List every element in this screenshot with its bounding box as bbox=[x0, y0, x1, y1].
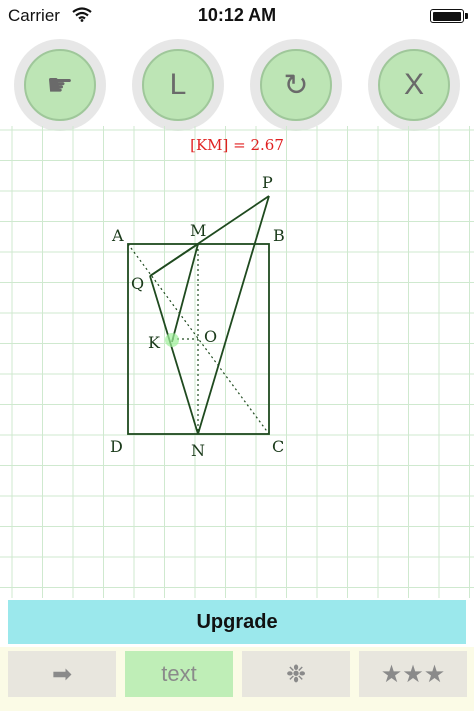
point-label-c: C bbox=[272, 437, 284, 456]
arrow-right-icon: ➡ bbox=[51, 660, 73, 688]
pointer-tool-button[interactable]: ☛ bbox=[14, 39, 106, 131]
drawing-canvas[interactable]: [KM] = 2.67 A B C D M N O K P Q bbox=[0, 126, 474, 598]
arrow-tool-tab[interactable]: ➡ bbox=[8, 651, 116, 697]
clear-letter-icon: X bbox=[378, 49, 450, 121]
bottom-toolbar: ➡ text ❉ ★★★ bbox=[0, 647, 474, 711]
battery-fill bbox=[432, 11, 461, 21]
battery-icon bbox=[430, 9, 468, 23]
selected-point-highlight[interactable] bbox=[165, 333, 179, 347]
point-label-n: N bbox=[191, 441, 205, 460]
clock: 10:12 AM bbox=[197, 5, 277, 25]
text-tab-label: text bbox=[161, 661, 197, 686]
grid bbox=[0, 126, 474, 598]
segment-qn bbox=[149, 275, 199, 435]
redo-circular-arrow-icon: ↻ bbox=[260, 49, 332, 121]
point-label-m: M bbox=[190, 221, 206, 240]
segment-length-readout: [KM] = 2.67 bbox=[190, 136, 284, 154]
line-tool-button[interactable]: L bbox=[132, 39, 224, 131]
point-label-b: B bbox=[273, 226, 285, 245]
point-label-p: P bbox=[262, 173, 273, 192]
pointing-hand-icon: ☛ bbox=[24, 49, 96, 121]
redo-button[interactable]: ↻ bbox=[250, 39, 342, 131]
effects-tool-tab[interactable]: ❉ bbox=[242, 651, 350, 697]
point-label-a: A bbox=[111, 226, 124, 245]
upgrade-button[interactable]: Upgrade bbox=[8, 600, 466, 644]
segment-np bbox=[197, 195, 270, 435]
line-letter-icon: L bbox=[142, 49, 214, 121]
text-tool-tab[interactable]: text bbox=[125, 651, 233, 697]
point-label-o: O bbox=[204, 327, 217, 346]
point-label-k: K bbox=[148, 333, 161, 352]
rating-tab[interactable]: ★★★ bbox=[359, 651, 467, 697]
clear-button[interactable]: X bbox=[368, 39, 460, 131]
geometry-figure[interactable]: [KM] = 2.67 A B C D M N O K P Q bbox=[0, 126, 474, 598]
asterisk-flower-icon: ❉ bbox=[285, 660, 307, 688]
point-label-d: D bbox=[110, 437, 123, 456]
point-label-q: Q bbox=[131, 274, 144, 293]
status-bar: Carrier 10:12 AM bbox=[0, 0, 474, 32]
tool-toolbar: ☛ L ↻ X bbox=[0, 34, 474, 131]
three-stars-icon: ★★★ bbox=[380, 660, 446, 688]
